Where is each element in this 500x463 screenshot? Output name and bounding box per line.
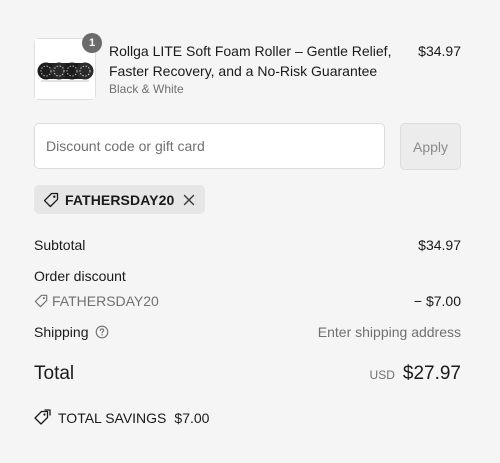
close-icon[interactable] (182, 193, 196, 207)
help-icon[interactable] (95, 325, 109, 339)
subtotal-label: Subtotal (34, 237, 86, 253)
order-summary: 1 Rollga LITE Soft Foam Roller – Gentle … (0, 0, 500, 463)
total-value: $27.97 (402, 363, 461, 384)
order-discount-label: Order discount (34, 268, 126, 284)
product-variant: Black & White (109, 82, 184, 96)
product-title: Rollga LITE Soft Foam Roller – Gentle Re… (109, 43, 392, 79)
discount-code-label: FATHERSDAY20 (52, 293, 159, 309)
total-label: Total (34, 363, 75, 384)
discount-value: − $7.00 (413, 293, 461, 309)
savings-label: TOTAL SAVINGS (58, 409, 167, 426)
tag-icon (34, 294, 48, 308)
discount-code-input[interactable] (34, 123, 385, 169)
savings-value: $7.00 (174, 409, 210, 426)
shipping-row: Shipping Enter shipping address (34, 324, 461, 340)
shipping-label: Shipping (34, 324, 89, 340)
currency-code: USD (369, 368, 395, 382)
tag-icon (43, 192, 59, 208)
order-discount-row: Order discount (34, 268, 461, 284)
quantity-badge: 1 (82, 33, 102, 53)
product-thumbnail: 1 (34, 33, 102, 100)
tags-icon (34, 409, 51, 426)
product-price: $34.97 (418, 43, 461, 59)
apply-button[interactable]: Apply (400, 123, 461, 170)
shipping-value: Enter shipping address (317, 324, 461, 340)
discount-code-row: FATHERSDAY20 − $7.00 (34, 293, 461, 309)
line-item: 1 Rollga LITE Soft Foam Roller – Gentle … (34, 33, 461, 100)
applied-code-label: FATHERSDAY20 (65, 191, 175, 208)
subtotal-value: $34.97 (418, 237, 461, 253)
total-row: Total USD $27.97 (34, 363, 461, 389)
total-savings: TOTAL SAVINGS $7.00 (34, 409, 209, 426)
subtotal-row: Subtotal $34.97 (34, 237, 461, 253)
applied-discount-chip: FATHERSDAY20 (34, 185, 206, 214)
